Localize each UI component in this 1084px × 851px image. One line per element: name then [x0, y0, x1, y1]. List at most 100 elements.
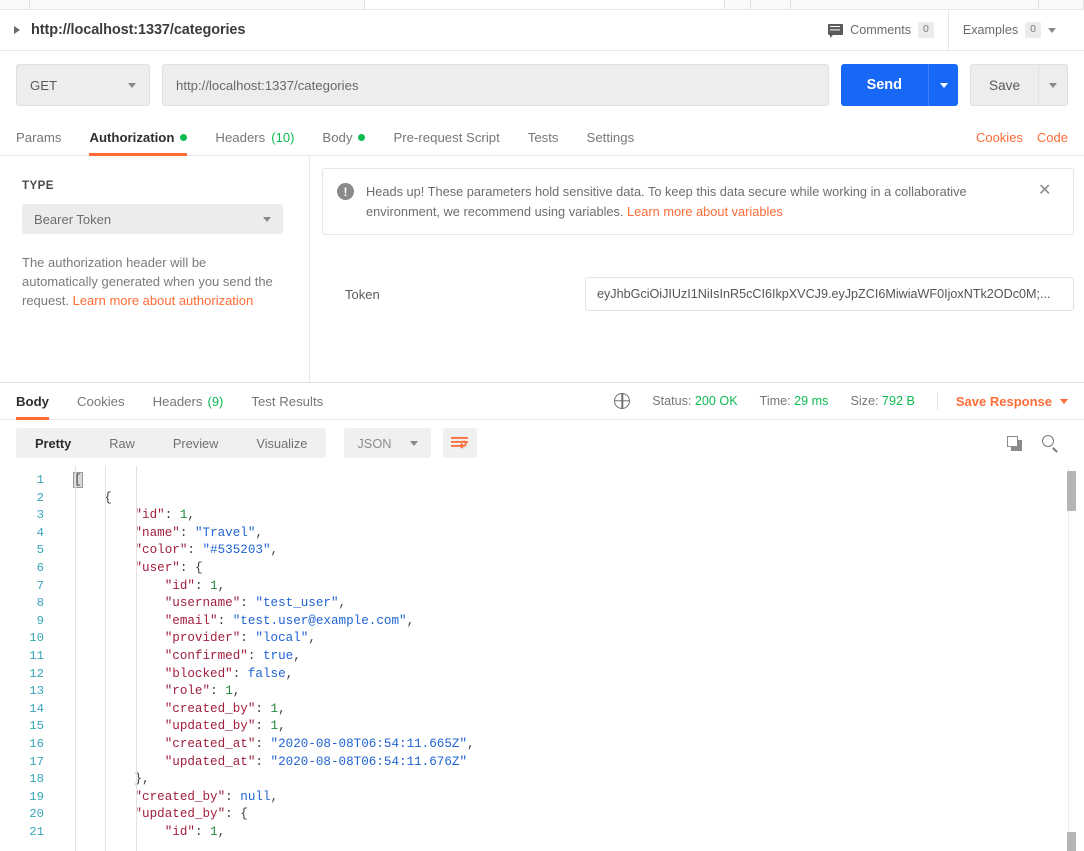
code-token: "name"	[134, 525, 180, 540]
response-tab-cookies[interactable]: Cookies	[63, 383, 139, 419]
code-text: "created_by": 1,	[52, 701, 286, 719]
tab-params[interactable]: Params	[16, 119, 75, 155]
size-value: 792 B	[881, 394, 915, 408]
request-url-bar: GET http://localhost:1337/categories Sen…	[0, 51, 1084, 119]
scrollbar-thumb-secondary[interactable]	[1067, 832, 1076, 851]
token-input[interactable]: eyJhbGciOiJIUzI1NiIsInR5cCI6IkpXVCJ9.eyJ…	[585, 277, 1074, 311]
chevron-down-icon	[1049, 82, 1057, 88]
response-toolbar: Pretty Raw Preview Visualize JSON	[0, 420, 1084, 466]
wrap-lines-button[interactable]	[442, 428, 477, 458]
tab-label: Pre-request Script	[393, 129, 500, 145]
code-token: 1	[270, 719, 279, 734]
title-bar-actions: Comments 0 Examples 0	[814, 10, 1070, 50]
page-title: http://localhost:1337/categories	[31, 22, 246, 38]
examples-button[interactable]: Examples 0	[947, 10, 1070, 50]
code-token: "username"	[164, 596, 241, 611]
time-value: 29 ms	[794, 394, 829, 408]
url-input[interactable]: http://localhost:1337/categories	[162, 64, 829, 106]
line-number: 15	[29, 719, 44, 734]
save-response-button[interactable]: Save Response	[956, 394, 1068, 409]
tab-settings[interactable]: Settings	[573, 119, 649, 155]
copy-icon[interactable]	[1007, 435, 1022, 451]
code-token: :	[225, 807, 241, 822]
code-text: "role": 1,	[52, 683, 241, 701]
chevron-down-icon	[1048, 27, 1056, 33]
tab-authorization[interactable]: Authorization	[75, 119, 201, 156]
tab-tests[interactable]: Tests	[514, 119, 573, 155]
window-tab-4[interactable]	[751, 0, 791, 9]
tab-headers[interactable]: Headers (10)	[201, 119, 308, 155]
response-tab-headers[interactable]: Headers (9)	[139, 383, 238, 419]
triangle-right-icon[interactable]	[14, 26, 20, 34]
authorization-type-pane: TYPE Bearer Token The authorization head…	[0, 156, 310, 382]
close-icon[interactable]: ✕	[1038, 183, 1051, 199]
tab-body[interactable]: Body	[308, 119, 379, 155]
code-line: 21 "id": 1,	[0, 824, 1084, 842]
code-token: "provider"	[164, 631, 241, 646]
http-method-select[interactable]: GET	[16, 64, 150, 106]
response-tab-body[interactable]: Body	[16, 383, 63, 420]
comments-button[interactable]: Comments 0	[814, 10, 948, 50]
vertical-scrollbar[interactable]	[1067, 466, 1078, 851]
tab-pre-request-script[interactable]: Pre-request Script	[379, 119, 513, 155]
view-mode-raw[interactable]: Raw	[90, 428, 154, 458]
modified-dot-icon	[358, 133, 366, 141]
save-options-button[interactable]	[1038, 64, 1068, 106]
code-token: :	[194, 578, 211, 593]
code-token: :	[194, 824, 211, 839]
code-token: ,	[270, 789, 279, 804]
code-line: 2 {	[0, 490, 1084, 508]
auth-type-value: Bearer Token	[34, 211, 112, 227]
code-token: 1	[210, 824, 218, 839]
code-token: "color"	[134, 543, 188, 558]
url-value: http://localhost:1337/categories	[176, 77, 359, 93]
auth-learn-more-link[interactable]: Learn more about authorization	[73, 293, 254, 308]
response-tab-test-results[interactable]: Test Results	[237, 383, 337, 419]
comment-icon	[828, 23, 844, 38]
variables-learn-more-link[interactable]: Learn more about variables	[627, 204, 783, 219]
code-text: "id": 1,	[52, 824, 225, 842]
response-body-code[interactable]: 1[2 {3 "id": 1, 4 "name": "Travel", 5 "col…	[0, 466, 1084, 851]
code-token: "confirmed"	[164, 648, 248, 663]
window-tab-strip[interactable]	[0, 0, 1084, 10]
code-token: "updated_by"	[134, 807, 226, 822]
code-line: 6 "user": {	[0, 560, 1084, 578]
window-tab-2[interactable]	[365, 0, 725, 9]
tab-label: Headers	[215, 129, 266, 145]
response-format-select[interactable]: JSON	[344, 428, 431, 458]
search-icon[interactable]	[1042, 435, 1058, 453]
time-badge: Time: 29 ms	[760, 394, 829, 408]
code-token: null	[240, 789, 271, 804]
line-number: 2	[36, 490, 44, 505]
line-number: 19	[29, 789, 44, 804]
line-number: 1	[36, 473, 44, 487]
send-button[interactable]: Send	[840, 64, 929, 106]
scrollbar-thumb[interactable]	[1067, 471, 1076, 511]
window-tab-0[interactable]	[0, 0, 30, 9]
response-tab-label: Cookies	[76, 393, 125, 409]
window-tab-5[interactable]	[791, 0, 1039, 9]
save-button[interactable]: Save	[970, 64, 1038, 106]
code-token: "Travel"	[194, 525, 256, 540]
view-mode-pretty[interactable]: Pretty	[16, 428, 90, 458]
code-line: 4 "name": "Travel",	[0, 525, 1084, 543]
line-number: 17	[29, 754, 44, 769]
window-tab-1[interactable]	[30, 0, 365, 9]
window-tab-6[interactable]	[1039, 0, 1084, 9]
send-options-button[interactable]	[928, 64, 959, 106]
window-tab-3[interactable]	[725, 0, 751, 9]
code-token: 1	[225, 684, 233, 699]
view-mode-preview[interactable]: Preview	[154, 428, 238, 458]
size-badge: Size: 792 B	[850, 394, 914, 408]
authorization-fields-pane: ! Heads up! These parameters hold sensit…	[310, 156, 1084, 382]
code-token: 1	[270, 701, 279, 716]
code-text: "created_by": null,	[52, 789, 278, 807]
code-token: "#535203"	[202, 543, 271, 558]
code-text: "updated_at": "2020-08-08T06:54:11.676Z"	[52, 754, 467, 772]
auth-type-select[interactable]: Bearer Token	[22, 204, 283, 234]
view-mode-visualize[interactable]: Visualize	[237, 428, 326, 458]
code-line: 18 },	[0, 771, 1084, 789]
code-token: "role"	[164, 684, 211, 699]
code-link[interactable]: Code	[1037, 130, 1068, 145]
cookies-link[interactable]: Cookies	[976, 130, 1023, 145]
